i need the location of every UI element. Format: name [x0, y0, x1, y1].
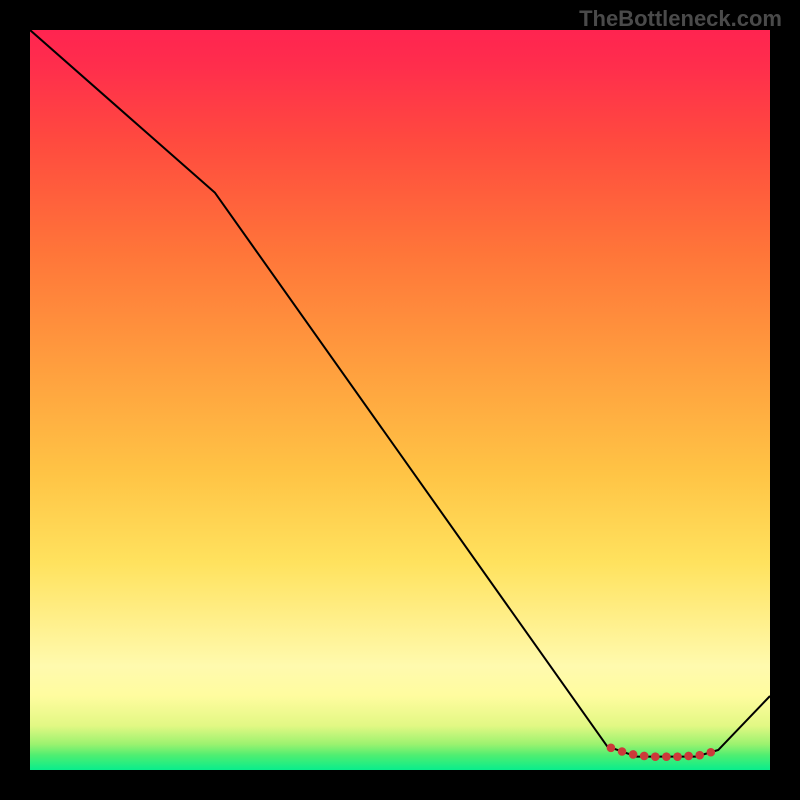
- chart-container: TheBottleneck.com: [0, 0, 800, 800]
- marker-point: [673, 752, 682, 761]
- marker-point: [684, 752, 693, 761]
- marker-point: [607, 744, 616, 753]
- marker-point: [695, 751, 704, 760]
- attribution-text: TheBottleneck.com: [579, 6, 782, 32]
- chart-plot: [30, 30, 770, 770]
- chart-background: [30, 30, 770, 770]
- marker-point: [629, 750, 638, 759]
- marker-point: [640, 752, 649, 761]
- marker-point: [651, 752, 660, 761]
- chart-svg: [30, 30, 770, 770]
- marker-point: [707, 748, 716, 757]
- marker-point: [618, 747, 627, 756]
- marker-point: [662, 752, 671, 761]
